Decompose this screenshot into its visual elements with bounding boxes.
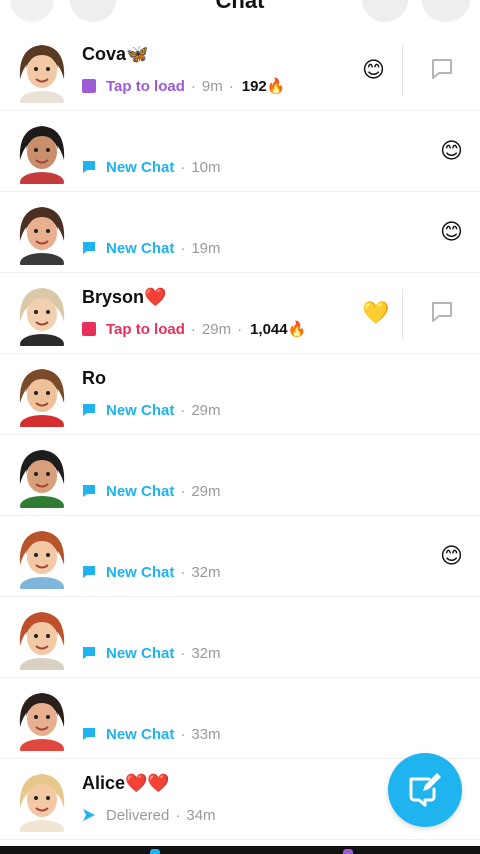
chat-status: Tap to load · 29m · 1,044🔥 xyxy=(82,319,306,339)
chat-status: New Chat · 32m xyxy=(82,643,221,663)
top-bar: Chat xyxy=(0,0,480,30)
time-separator: · xyxy=(175,806,181,824)
friend-emoji-icon: 😊 xyxy=(440,219,463,244)
friend-avatar[interactable] xyxy=(12,687,72,759)
status-text: Tap to load xyxy=(106,77,185,95)
friend-avatar[interactable] xyxy=(12,201,72,273)
time-separator: · xyxy=(190,77,196,95)
reply-chat-icon[interactable] xyxy=(430,301,454,323)
add-friend-icon[interactable] xyxy=(362,0,408,22)
delivered-arrow-icon xyxy=(82,808,96,822)
friend-emoji-icon: 💛 xyxy=(362,300,390,325)
time-ago: 10m xyxy=(191,158,221,176)
chat-status: Delivered · 34m xyxy=(82,805,216,825)
time-separator: · xyxy=(180,482,186,500)
time-ago: 29m xyxy=(191,401,221,419)
chat-status: New Chat · 33m xyxy=(82,724,221,744)
friend-emoji-icon: 😊 xyxy=(440,138,463,163)
more-icon[interactable] xyxy=(422,0,470,22)
page-title: Chat xyxy=(215,0,265,13)
chat-row[interactable]: New Chat · 10m 😊 xyxy=(0,111,480,192)
time-ago: 29m xyxy=(191,482,221,500)
status-text: New Chat xyxy=(106,158,175,176)
friend-avatar[interactable] xyxy=(12,120,72,192)
streak-count: 192🔥 xyxy=(241,78,286,95)
time-separator: · xyxy=(180,239,186,257)
time-ago: 32m xyxy=(191,644,221,662)
time-ago: 34m xyxy=(186,806,216,824)
new-chat-icon xyxy=(409,773,441,807)
chat-status: New Chat · 19m xyxy=(82,238,221,258)
streak-separator: · xyxy=(237,320,243,338)
time-separator: · xyxy=(190,320,196,338)
chat-row[interactable]: New Chat · 32m xyxy=(0,597,480,678)
friend-name: Bryson❤️ xyxy=(82,287,167,307)
snap-square-icon xyxy=(82,79,96,93)
status-text: New Chat xyxy=(106,563,175,581)
snap-square-icon xyxy=(82,322,96,336)
chat-row[interactable]: New Chat · 32m 😊 xyxy=(0,516,480,597)
status-text: New Chat xyxy=(106,401,175,419)
status-text: New Chat xyxy=(106,725,175,743)
chat-list: Cova🦋 Tap to load · 9m · 192🔥 😊 New Chat · 10m 😊 Ne… xyxy=(0,30,480,840)
new-chat-button[interactable] xyxy=(388,753,462,827)
nav-indicator-chat[interactable] xyxy=(150,849,160,854)
divider xyxy=(402,289,403,339)
chat-status: New Chat · 32m xyxy=(82,562,221,582)
time-separator: · xyxy=(180,563,186,581)
friend-avatar[interactable] xyxy=(12,606,72,678)
chat-status: New Chat · 29m xyxy=(82,481,221,501)
chat-bubble-icon xyxy=(82,403,96,417)
friend-avatar[interactable] xyxy=(12,768,72,840)
status-text: Delivered xyxy=(106,806,170,824)
chat-status: New Chat · 10m xyxy=(82,157,221,177)
time-ago: 33m xyxy=(191,725,221,743)
chat-bubble-icon xyxy=(82,727,96,741)
friend-name: Ro xyxy=(82,368,106,388)
friend-name: Cova🦋 xyxy=(82,44,149,64)
chat-status: New Chat · 29m xyxy=(82,400,221,420)
status-text: New Chat xyxy=(106,482,175,500)
chat-bubble-icon xyxy=(82,241,96,255)
friend-avatar[interactable] xyxy=(12,525,72,597)
chat-bubble-icon xyxy=(82,160,96,174)
chat-row[interactable]: Cova🦋 Tap to load · 9m · 192🔥 😊 xyxy=(0,30,480,111)
time-separator: · xyxy=(180,401,186,419)
time-ago: 9m xyxy=(201,77,223,95)
chat-row[interactable]: New Chat · 19m 😊 xyxy=(0,192,480,273)
time-separator: · xyxy=(180,644,186,662)
chat-bubble-icon xyxy=(82,646,96,660)
status-text: New Chat xyxy=(106,239,175,257)
chat-bubble-icon xyxy=(82,484,96,498)
friend-emoji-icon: 😊 xyxy=(440,543,463,568)
divider xyxy=(402,46,403,96)
time-separator: · xyxy=(180,725,186,743)
streak-count: 1,044🔥 xyxy=(250,321,307,338)
nav-indicator-stories[interactable] xyxy=(343,849,353,854)
status-text: New Chat xyxy=(106,644,175,662)
chat-row[interactable]: Bryson❤️ Tap to load · 29m · 1,044🔥 💛 xyxy=(0,273,480,354)
time-ago: 19m xyxy=(191,239,221,257)
time-separator: · xyxy=(180,158,186,176)
bottom-nav xyxy=(0,846,480,854)
time-ago: 29m xyxy=(201,320,232,338)
friend-avatar[interactable] xyxy=(12,444,72,516)
reply-chat-icon[interactable] xyxy=(430,58,454,80)
streak-separator: · xyxy=(228,77,234,95)
friend-emoji-icon: 😊 xyxy=(362,57,385,82)
chat-row[interactable]: New Chat · 33m xyxy=(0,678,480,759)
friend-avatar[interactable] xyxy=(12,282,72,354)
chat-row[interactable]: Ro New Chat · 29m xyxy=(0,354,480,435)
status-text: Tap to load xyxy=(106,320,185,338)
chat-status: Tap to load · 9m · 192🔥 xyxy=(82,76,285,96)
chat-bubble-icon xyxy=(82,565,96,579)
chat-row[interactable]: New Chat · 29m xyxy=(0,435,480,516)
friend-avatar[interactable] xyxy=(12,363,72,435)
friend-avatar[interactable] xyxy=(12,39,72,111)
friend-name: Alice❤️❤️ xyxy=(82,773,170,793)
time-ago: 32m xyxy=(191,563,221,581)
